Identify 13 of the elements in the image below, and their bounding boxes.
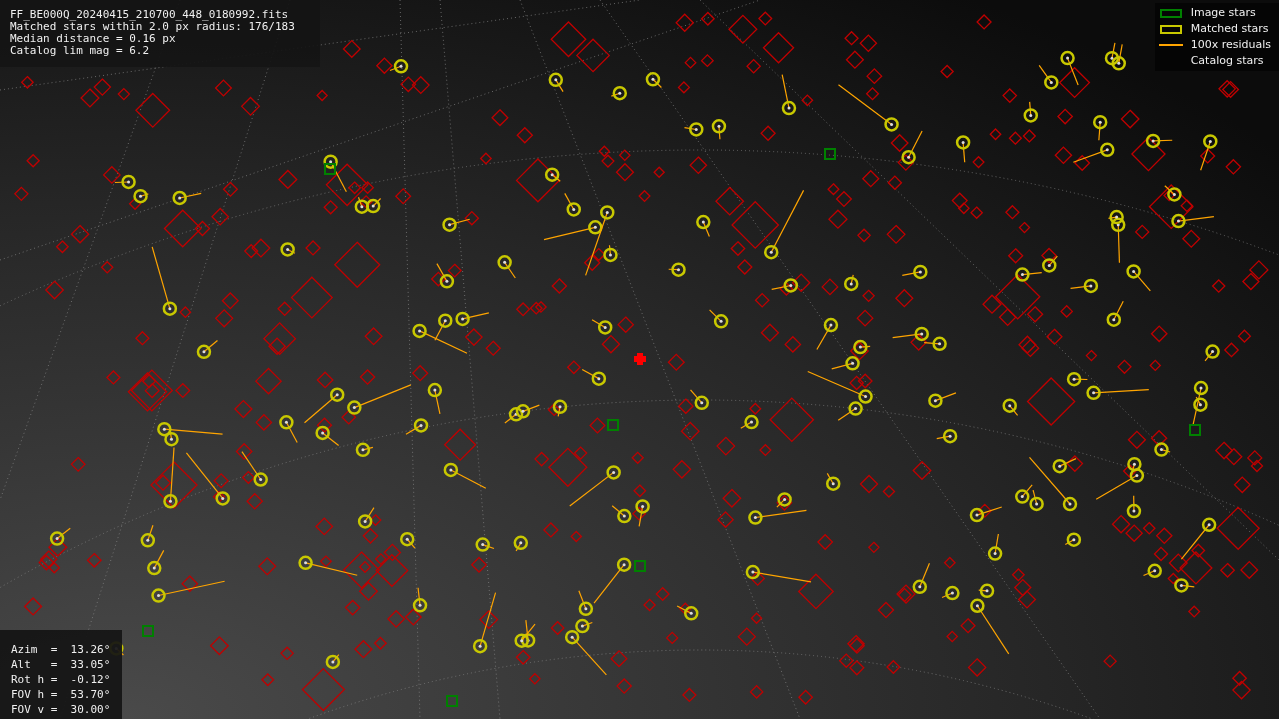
pointing-text: Azim = 13.26° [11, 642, 111, 657]
info-text: Median distance = 0.16 px [10, 33, 176, 45]
legend-label: Catalog stars [1190, 52, 1264, 69]
pointing-text: FOV v = 30.00° [11, 702, 111, 717]
info-text: Catalog lim mag = 6.2 [10, 45, 150, 57]
legend-label: Image stars [1190, 4, 1256, 21]
pointing-text: Alt = 33.05° [11, 657, 111, 672]
legend-label: 100x residuals [1190, 36, 1271, 53]
info-text: FF_BE000Q_20240415_210700_448_0180992.fits [10, 9, 289, 21]
info-text: Matched stars within 2.0 px radius: 176/183 [10, 21, 295, 33]
pointing-text: FOV h = 53.70° [11, 687, 111, 702]
legend-label: Matched stars [1190, 20, 1269, 37]
pointing-text: Rot h = -0.12° [11, 672, 111, 687]
